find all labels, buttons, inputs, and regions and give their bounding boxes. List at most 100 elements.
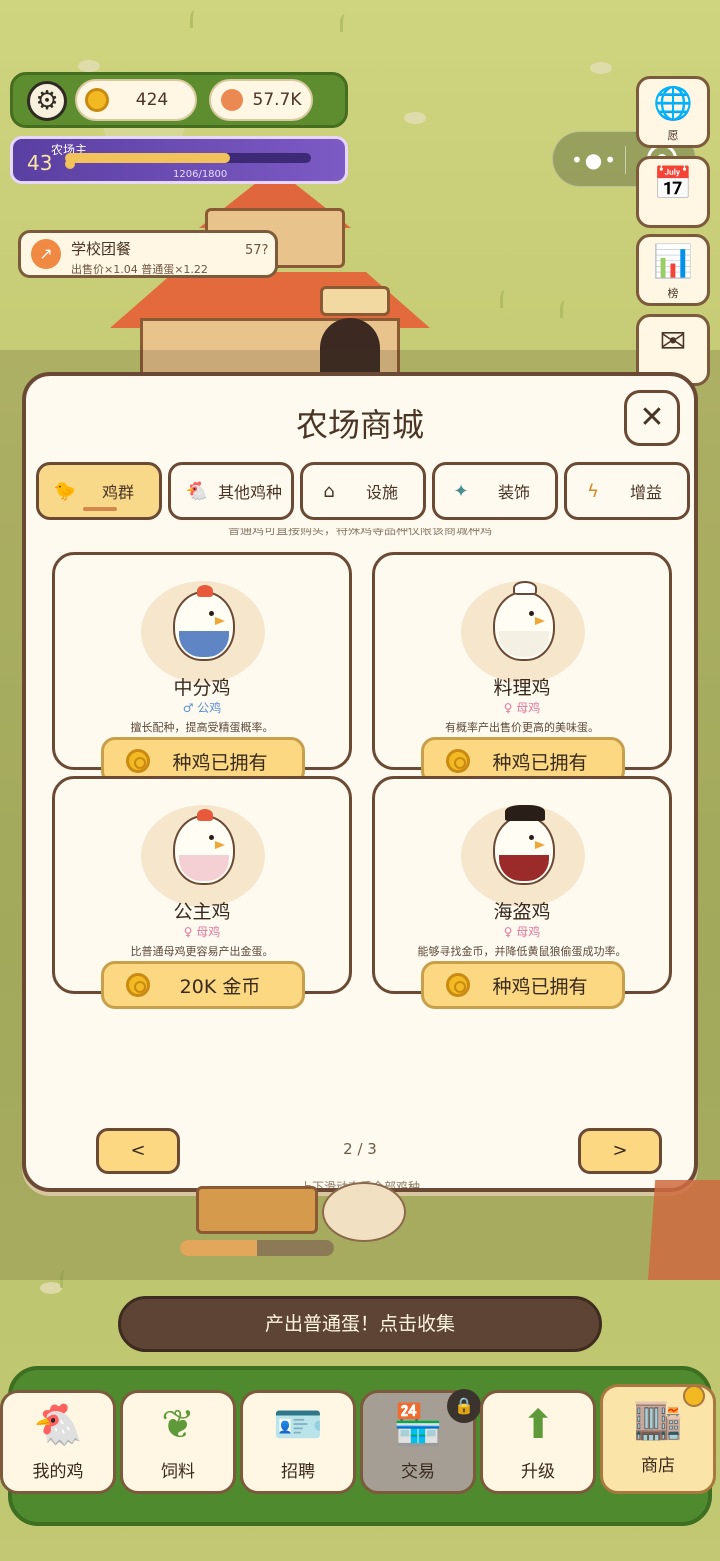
breed-name: 海盗鸡 [493, 901, 551, 923]
chef-chicken-icon [493, 581, 555, 661]
button-label: 20K 金币 [179, 975, 261, 998]
owned-button[interactable]: 种鸡已拥有 [421, 961, 625, 1009]
xp-bar [65, 153, 311, 163]
coin-icon [446, 749, 470, 773]
princess-chicken-icon [173, 809, 235, 885]
breed-name: 料理鸡 [493, 677, 551, 699]
resource-bar: ⚙ 424 57.7K [10, 72, 348, 128]
nav-shop[interactable]: 🏬 商店 [600, 1384, 716, 1494]
parted-hair-chicken-icon [173, 585, 235, 661]
grass [500, 290, 510, 308]
nav-recruit[interactable]: 🪪 招聘 [240, 1390, 356, 1494]
breed-description: 有概率产出售价更高的美味蛋。 [445, 721, 599, 734]
id-badge-icon: 🪪 [273, 1402, 323, 1448]
wish-button[interactable]: 🌐 愿 [636, 76, 710, 148]
nav-label: 我的鸡 [32, 1462, 84, 1482]
tab-facilities[interactable]: ⌂ 设施 [300, 462, 426, 520]
xp-dot [65, 159, 75, 169]
level-number: 43 [27, 151, 53, 175]
breed-gender: ♀ 母鸡 [503, 925, 541, 939]
nav-label: 升级 [521, 1462, 555, 1482]
breed-description: 擅长配种，提高受精蛋概率。 [130, 721, 274, 734]
coin-icon [126, 973, 150, 997]
side-label: 愿 [667, 129, 679, 142]
coin-icon [85, 88, 109, 112]
grass [560, 300, 570, 318]
button-label: 种鸡已拥有 [492, 975, 588, 998]
nav-label: 饲料 [161, 1462, 195, 1482]
coin-icon [126, 749, 150, 773]
coin-counter[interactable]: 424 [75, 79, 197, 121]
market-stall[interactable] [648, 1180, 720, 1280]
close-icon: ✕ [639, 400, 665, 435]
nest-box[interactable] [196, 1186, 318, 1234]
breed-name: 公主鸡 [173, 901, 231, 923]
nav-label: 商店 [641, 1456, 675, 1476]
hen[interactable] [322, 1182, 406, 1242]
sparkle-icon: ✦ [453, 480, 469, 502]
event-title: 学校团餐 [71, 240, 132, 258]
nav-my-chickens[interactable]: 🐔 我的鸡 [0, 1390, 116, 1494]
event-bonus: 出售价×1.04 普通蛋×1.22 [71, 263, 208, 276]
chicken-head-icon: 🐔 [185, 480, 209, 502]
grass [190, 10, 200, 28]
trend-up-icon: ↗ [31, 239, 61, 269]
next-page-button[interactable]: > [578, 1128, 662, 1174]
tab-label: 其他鸡种 [217, 483, 282, 502]
tab-decorations[interactable]: ✦ 装饰 [432, 462, 558, 520]
modal-title: 农场商城 [295, 406, 424, 444]
settings-button[interactable]: ⚙ [27, 81, 67, 121]
chick-icon: 🐤 [53, 480, 77, 502]
lightning-icon: ϟ [587, 480, 599, 502]
pebble [404, 112, 426, 124]
gear-icon: ⚙ [35, 86, 59, 116]
breed-gender: ♀ 母鸡 [183, 925, 221, 939]
breed-description: 比普通母鸡更容易产出金蛋。 [130, 945, 274, 958]
nav-feed[interactable]: ❦ 饲料 [120, 1390, 236, 1494]
chicken-icon: 🐔 [33, 1402, 83, 1448]
egg-icon [221, 89, 243, 111]
breed-gender: ♀ 母鸡 [503, 701, 541, 715]
calendar-check-icon: 📅 [653, 164, 693, 202]
shop-hint: 普通鸡可直接购买，特殊鸡等品种仅限该商城种鸡 [227, 528, 492, 537]
shop-tabs: 🐤 鸡群 🐔 其他鸡种 ⌂ 设施 ✦ 装饰 ϟ 增益 [36, 462, 692, 520]
button-label: 种鸡已拥有 [492, 751, 588, 774]
buy-button[interactable]: 20K 金币 [101, 961, 305, 1009]
egg-counter[interactable]: 57.7K [209, 79, 313, 121]
coin-badge-icon [683, 1385, 705, 1407]
level-panel[interactable]: 43 农场主 1206/1800 [10, 136, 348, 184]
house-icon: ⌂ [323, 480, 335, 502]
breed-card[interactable]: 海盗鸡 ♀ 母鸡 能够寻找金币，并降低黄鼠狼偷蛋成功率。 种鸡已拥有 [372, 776, 672, 1009]
close-button[interactable]: ✕ [624, 390, 680, 446]
more-icon[interactable]: •●• [571, 148, 618, 172]
collect-eggs-button[interactable]: 产出普通蛋！点击收集 [118, 1296, 602, 1352]
leaderboard-button[interactable]: 📊 榜 [636, 234, 710, 306]
egg-production-bar [180, 1240, 334, 1256]
pirate-chicken-icon [493, 805, 555, 885]
breed-description: 能够寻找金币，并降低黄鼠狼偷蛋成功率。 [417, 945, 627, 958]
tab-other-breeds[interactable]: 🐔 其他鸡种 [168, 462, 294, 520]
checkin-button[interactable]: 📅 [636, 156, 710, 228]
event-count: 57? [245, 243, 269, 258]
nav-trade[interactable]: 🏪 交易 🔒 [360, 1389, 481, 1494]
nav-upgrade[interactable]: ⬆ 升级 [480, 1390, 596, 1494]
event-card[interactable]: ↗ 学校团餐 出售价×1.04 普通蛋×1.22 57? [18, 230, 278, 278]
tab-boosts[interactable]: ϟ 增益 [564, 462, 690, 520]
nav-label: 招聘 [281, 1462, 315, 1482]
active-indicator [83, 507, 117, 511]
breed-card[interactable]: 料理鸡 ♀ 母鸡 有概率产出售价更高的美味蛋。 种鸡已拥有 [372, 552, 672, 785]
breed-card[interactable]: 公主鸡 ♀ 母鸡 比普通母鸡更容易产出金蛋。 20K 金币 [52, 776, 352, 1009]
side-label: 榜 [667, 287, 679, 300]
tab-flock[interactable]: 🐤 鸡群 [36, 462, 162, 520]
xp-text: 1206/1800 [173, 169, 228, 180]
pebble [78, 60, 100, 72]
coin-amount: 424 [135, 90, 169, 110]
pebble [590, 62, 612, 74]
mail-icon: ✉ [659, 322, 687, 360]
button-label: 种鸡已拥有 [172, 751, 268, 774]
leaf-icon: ❦ [161, 1402, 195, 1448]
coin-icon [446, 973, 470, 997]
tab-label: 装饰 [497, 483, 530, 502]
lock-icon: 🔒 [447, 1389, 481, 1423]
breed-card[interactable]: 中分鸡 ♂ 公鸡 擅长配种，提高受精蛋概率。 种鸡已拥有 [52, 552, 352, 785]
